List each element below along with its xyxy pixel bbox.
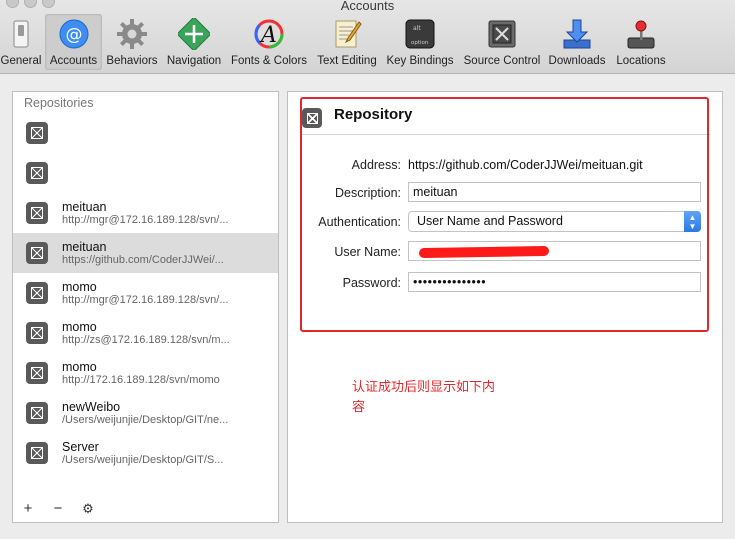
toolbar-key-bindings[interactable]: alt option Key Bindings (384, 14, 456, 70)
repository-row[interactable]: newWeibo /Users/weijunjie/Desktop/GIT/ne… (13, 393, 278, 433)
joystick-icon (625, 18, 657, 50)
repository-row[interactable] (13, 113, 278, 153)
repositories-header: Repositories (24, 96, 94, 110)
repositories-list: Repositories meituan http://mgr@172.16.1… (12, 91, 279, 523)
repository-url: /Users/weijunjie/Desktop/GIT/ne... (62, 414, 229, 426)
toolbar-text-editing[interactable]: Text Editing (314, 14, 380, 70)
window-title: Accounts (340, 0, 395, 13)
svg-text:@: @ (65, 25, 82, 45)
repository-row[interactable]: Server /Users/weijunjie/Desktop/GIT/S... (13, 433, 278, 473)
repository-url: http://zs@172.16.189.128/svn/m... (62, 334, 230, 346)
download-tray-icon (561, 18, 593, 50)
repository-name: Server (62, 440, 99, 454)
repository-name: meituan (62, 200, 107, 214)
settings-gear-icon[interactable]: ⚙ (81, 501, 95, 517)
repository-url: https://github.com/CoderJJWei/... (62, 254, 224, 266)
toolbar-locations[interactable]: Locations (612, 14, 670, 70)
add-repository-button[interactable]: + (21, 500, 35, 517)
repositories-footer: + − ⚙ (21, 500, 95, 517)
svg-text:alt: alt (413, 25, 421, 32)
toolbar-fonts-colors[interactable]: A Fonts & Colors (228, 14, 310, 70)
repository-icon (26, 282, 48, 304)
repository-icon (26, 162, 48, 184)
gear-icon (116, 18, 148, 50)
repository-url: /Users/weijunjie/Desktop/GIT/S... (62, 454, 224, 466)
toolbar-source-control[interactable]: Source Control (460, 14, 544, 70)
repository-url: http://mgr@172.16.189.128/svn/... (62, 214, 229, 226)
repository-name: newWeibo (62, 400, 121, 414)
option-key-icon: alt option (404, 18, 436, 50)
window-toolbar: Accounts General @ Accounts Behaviors Na… (0, 0, 735, 74)
repository-icon (26, 202, 48, 224)
toolbar-general[interactable]: General (0, 14, 42, 70)
repository-name: momo (62, 320, 97, 334)
repository-row[interactable]: momo http://172.16.189.128/svn/momo (13, 353, 278, 393)
repository-row-selected[interactable]: meituan https://github.com/CoderJJWei/..… (13, 233, 278, 273)
repository-row[interactable]: meituan http://mgr@172.16.189.128/svn/..… (13, 193, 278, 233)
remove-repository-button[interactable]: − (51, 500, 65, 517)
repository-row[interactable] (13, 153, 278, 193)
repository-icon (26, 402, 48, 424)
toolbar-behaviors[interactable]: Behaviors (104, 14, 160, 70)
svg-text:option: option (411, 40, 429, 46)
at-sign-icon: @ (58, 18, 90, 50)
repository-row[interactable]: momo http://zs@172.16.189.128/svn/m... (13, 313, 278, 353)
repository-icon (26, 442, 48, 464)
source-control-safe-icon (486, 18, 518, 50)
repository-icon (26, 122, 48, 144)
toolbar-navigation[interactable]: Navigation (164, 14, 224, 70)
repository-name: meituan (62, 240, 107, 254)
repository-url: http://172.16.189.128/svn/momo (62, 374, 220, 386)
toolbar-accounts[interactable]: @ Accounts (45, 14, 102, 70)
navigation-arrows-icon (176, 16, 212, 52)
annotation-text: 认证成功后则显示如下内容 (352, 380, 496, 415)
repository-row[interactable]: momo http://mgr@172.16.189.128/svn/... (13, 273, 278, 313)
repository-url: http://mgr@172.16.189.128/svn/... (62, 294, 229, 306)
repository-icon (26, 242, 48, 264)
general-switch-icon (5, 18, 37, 50)
repository-name: momo (62, 280, 97, 294)
repository-name: momo (62, 360, 97, 374)
toolbar-downloads[interactable]: Downloads (546, 14, 608, 70)
text-editing-pencil-icon (331, 18, 363, 50)
svg-text:A: A (259, 23, 277, 48)
annotation-highlight-box (300, 97, 709, 332)
repository-icon (26, 322, 48, 344)
font-color-wheel-icon: A (253, 18, 285, 50)
repository-icon (26, 362, 48, 384)
